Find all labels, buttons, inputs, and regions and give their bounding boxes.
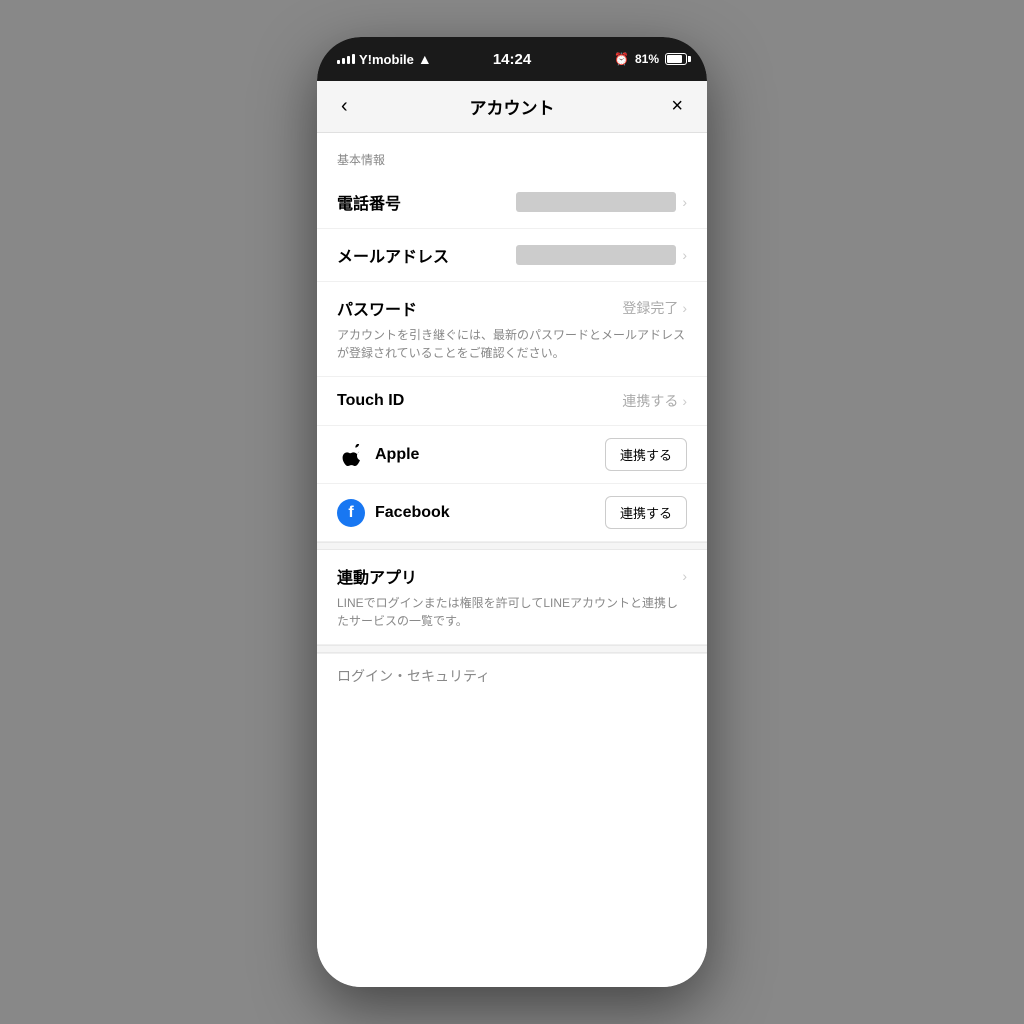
password-description: アカウントを引き継ぐには、最新のパスワードとメールアドレスが登録されていることを… — [337, 326, 687, 362]
phone-value-container: › — [447, 192, 687, 212]
section-divider-2 — [317, 645, 707, 653]
linked-apps-label: 連動アプリ — [337, 564, 417, 588]
phone-number-row[interactable]: 電話番号 › — [317, 176, 707, 229]
password-status-text: 登録完了 — [622, 298, 678, 318]
apple-icon — [337, 441, 365, 469]
password-label: パスワード — [337, 296, 417, 320]
battery-container — [665, 53, 687, 65]
facebook-connect-button[interactable]: 連携する — [605, 496, 687, 529]
battery-percent: 81% — [635, 52, 659, 66]
signal-bar-1 — [337, 60, 340, 64]
phone-chevron: › — [682, 194, 687, 210]
status-bar: Y!mobile ▲ 14:24 ⏰ 81% — [317, 37, 707, 81]
email-value-container: › — [449, 245, 687, 265]
apple-name: Apple — [375, 446, 419, 464]
back-button[interactable]: ‹ — [337, 91, 352, 122]
email-label: メールアドレス — [337, 243, 449, 267]
facebook-name: Facebook — [375, 504, 450, 522]
facebook-row: f Facebook 連携する — [317, 484, 707, 542]
apple-row: Apple 連携する — [317, 426, 707, 484]
status-time: 14:24 — [493, 51, 531, 68]
password-status: 登録完了 › — [622, 298, 687, 318]
apple-left: Apple — [337, 441, 419, 469]
linked-apps-section[interactable]: 連動アプリ › LINEでログインまたは権限を許可してLINEアカウントと連携し… — [317, 550, 707, 645]
phone-value-bar — [516, 192, 676, 212]
signal-bar-3 — [347, 56, 350, 64]
email-chevron: › — [682, 247, 687, 263]
page-title: アカウント — [470, 94, 555, 119]
touch-id-link-text: 連携する — [622, 391, 678, 411]
touch-id-label: Touch ID — [337, 392, 404, 410]
facebook-left: f Facebook — [337, 499, 450, 527]
alarm-icon: ⏰ — [614, 52, 629, 66]
status-right: ⏰ 81% — [614, 52, 687, 66]
password-chevron: › — [682, 300, 687, 316]
signal-bar-2 — [342, 58, 345, 64]
linked-apps-chevron: › — [682, 568, 687, 584]
signal-bar-4 — [352, 54, 355, 64]
login-security-row[interactable]: ログイン・セキュリティ — [317, 653, 707, 698]
linked-apps-description: LINEでログインまたは権限を許可してLINEアカウントと連携したサービスの一覧… — [337, 594, 687, 630]
apple-connect-button[interactable]: 連携する — [605, 438, 687, 471]
touch-id-row[interactable]: Touch ID 連携する › — [317, 377, 707, 426]
password-top: パスワード 登録完了 › — [337, 296, 687, 320]
password-section[interactable]: パスワード 登録完了 › アカウントを引き継ぐには、最新のパスワードとメールアド… — [317, 282, 707, 377]
touch-id-link: 連携する › — [622, 391, 687, 411]
battery-icon — [665, 53, 687, 65]
linked-apps-top: 連動アプリ › — [337, 564, 687, 588]
email-value-bar — [516, 245, 676, 265]
close-button[interactable]: × — [667, 91, 687, 122]
touch-id-chevron: › — [682, 393, 687, 409]
login-security-label: ログイン・セキュリティ — [337, 668, 490, 684]
phone-frame: Y!mobile ▲ 14:24 ⏰ 81% ‹ アカウント × 基本情報 電話… — [317, 37, 707, 987]
battery-fill — [667, 55, 682, 63]
basic-info-section-header: 基本情報 — [317, 133, 707, 176]
facebook-icon: f — [337, 499, 365, 527]
wifi-icon: ▲ — [418, 51, 432, 67]
signal-bars — [337, 54, 355, 64]
carrier-label: Y!mobile — [359, 52, 414, 67]
content-area: 基本情報 電話番号 › メールアドレス › パスワード 登録完了 › — [317, 133, 707, 987]
status-left: Y!mobile ▲ — [337, 51, 432, 67]
phone-label: 電話番号 — [337, 190, 447, 214]
section-divider — [317, 542, 707, 550]
email-row[interactable]: メールアドレス › — [317, 229, 707, 282]
nav-header: ‹ アカウント × — [317, 81, 707, 133]
